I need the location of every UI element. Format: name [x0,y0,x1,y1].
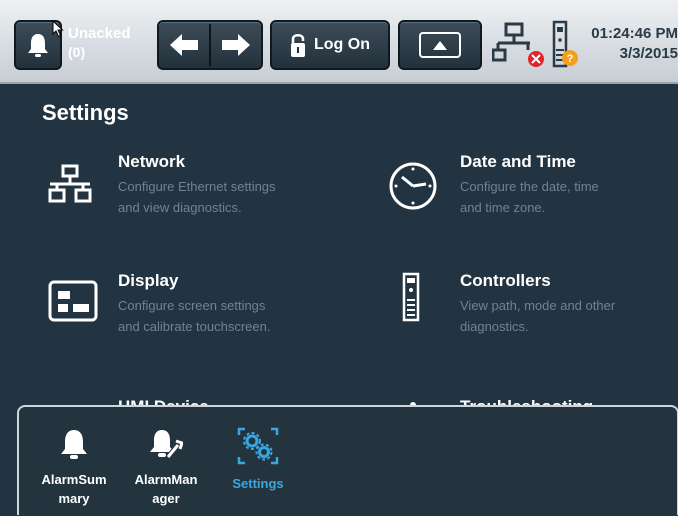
page-title: Settings [42,100,129,125]
bell-icon [28,34,48,57]
unacked-label: Unacked [68,25,131,42]
description-line: and calibrate touchscreen. [118,319,271,334]
controller-icon [402,272,420,322]
drawer-item-alarm-summary[interactable]: AlarmSum mary [34,427,114,508]
hmi-screen: Unacked (0) Log On ? 01:24:46 PM 3/3/201… [0,0,678,516]
log-on-label: Log On [314,36,370,53]
settings-item-description: Configure screen settings and calibrate … [118,295,270,337]
unacked-count: (0) [68,44,86,60]
drawer-item-label: Settings [218,474,298,493]
back-button[interactable] [160,24,208,66]
eject-frame [419,32,461,58]
navigation-buttons [157,20,263,70]
clock-date: 3/3/2015 [619,45,678,62]
drawer-item-label: AlarmSum mary [34,470,114,508]
arrow-right-icon [222,34,251,56]
description-line: and view diagnostics. [118,200,242,215]
settings-item-title: Network [118,152,186,171]
svg-text:?: ? [567,53,574,65]
forward-button[interactable] [212,24,260,66]
top-bar: Unacked (0) Log On ? 01:24:46 PM 3/3/201… [0,0,678,84]
settings-item-description: View path, mode and other diagnostics. [460,295,615,337]
label-line: Settings [232,476,284,491]
description-line: diagnostics. [460,319,529,334]
nav-divider [208,24,211,66]
settings-item-title: Date and Time [460,152,576,171]
settings-item-title: Controllers [460,271,551,290]
drawer-item-label: AlarmMan ager [126,470,206,508]
display-icon [48,280,98,322]
drawer-item-settings[interactable]: Settings [218,427,298,493]
description-line: Configure Ethernet settings [118,179,276,194]
controller-status-icon[interactable]: ? [552,20,580,70]
settings-item-title: Display [118,271,179,290]
settings-item-description: Configure the date, time and time zone. [460,176,599,218]
label-line: AlarmMan [134,472,198,487]
lock-icon [291,34,305,57]
clock-time: 01:24:46 PM [591,25,678,42]
clock-icon [389,162,437,210]
description-line: Configure the date, time [460,179,599,194]
mouse-cursor-icon [52,20,64,38]
description-line: and time zone. [460,200,546,215]
network-status-icon[interactable] [492,22,544,68]
drawer-item-alarm-manager[interactable]: AlarmMan ager [126,427,206,508]
settings-gears-icon [237,427,279,465]
description-line: Configure screen settings [118,298,266,313]
settings-item-description: Configure Ethernet settings and view dia… [118,176,276,218]
unacked-alarms-indicator[interactable]: Unacked (0) [68,24,131,62]
navigation-drawer: AlarmSum mary AlarmMan ager Settings [17,405,678,515]
label-line: AlarmSum [41,472,107,487]
log-on-button[interactable]: Log On [270,20,390,70]
label-line: mary [58,491,90,506]
triangle-up-icon [433,40,447,50]
description-line: View path, mode and other [460,298,616,313]
arrow-left-icon [169,34,198,56]
show-drawer-button[interactable] [398,20,482,70]
date-time-display: 01:24:46 PM 3/3/2015 [591,24,678,64]
label-line: ager [152,491,180,506]
alarm-manager-icon [150,430,184,459]
network-icon [48,164,92,203]
alarm-bell-icon [61,430,87,459]
